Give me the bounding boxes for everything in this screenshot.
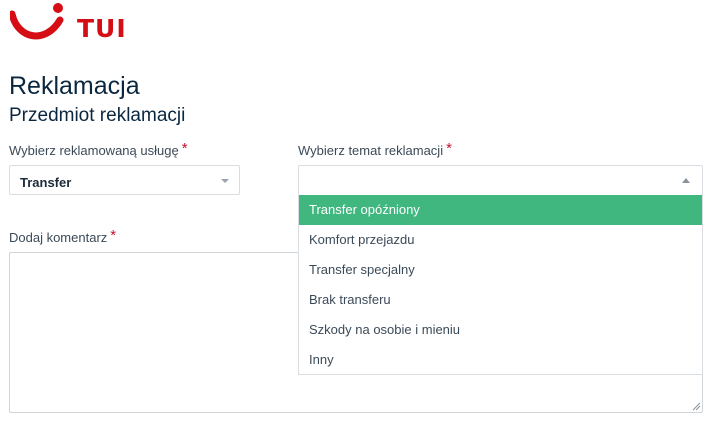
service-select-value: Transfer [20, 175, 72, 190]
service-label: Wybierz reklamowaną usługę * [9, 140, 188, 159]
topic-label-text: Wybierz temat reklamacji [298, 143, 444, 158]
dropdown-option[interactable]: Inny [299, 345, 702, 375]
service-select[interactable]: Transfer [9, 165, 240, 195]
dropdown-option[interactable]: Komfort przejazdu [299, 225, 702, 255]
tui-logo[interactable]: TUI [10, 0, 130, 48]
dropdown-option[interactable]: Transfer opóźniony [299, 195, 702, 225]
required-marker: * [110, 227, 117, 244]
section-title: Przedmiot reklamacji [9, 105, 186, 126]
dropdown-option[interactable]: Szkody na osobie i mieniu [299, 315, 702, 345]
required-marker: * [181, 140, 188, 157]
service-label-text: Wybierz reklamowaną usługę [9, 143, 179, 158]
dropdown-option[interactable]: Transfer specjalny [299, 255, 702, 285]
chevron-down-icon [221, 179, 229, 183]
page-title: Reklamacja [9, 72, 140, 100]
topic-dropdown-list: Transfer opóźniony Komfort przejazdu Tra… [298, 195, 703, 375]
comment-label-text: Dodaj komentarz [9, 230, 108, 245]
topic-label: Wybierz temat reklamacji * [298, 140, 452, 159]
brand-name: TUI [77, 14, 127, 43]
comment-label: Dodaj komentarz * [9, 227, 117, 246]
topic-select[interactable] [298, 165, 703, 196]
chevron-up-icon [682, 178, 690, 183]
tui-smile-logo-icon [10, 3, 64, 40]
resize-handle-icon[interactable] [691, 401, 701, 411]
dropdown-option[interactable]: Brak transferu [299, 285, 702, 315]
required-marker: * [446, 140, 452, 157]
